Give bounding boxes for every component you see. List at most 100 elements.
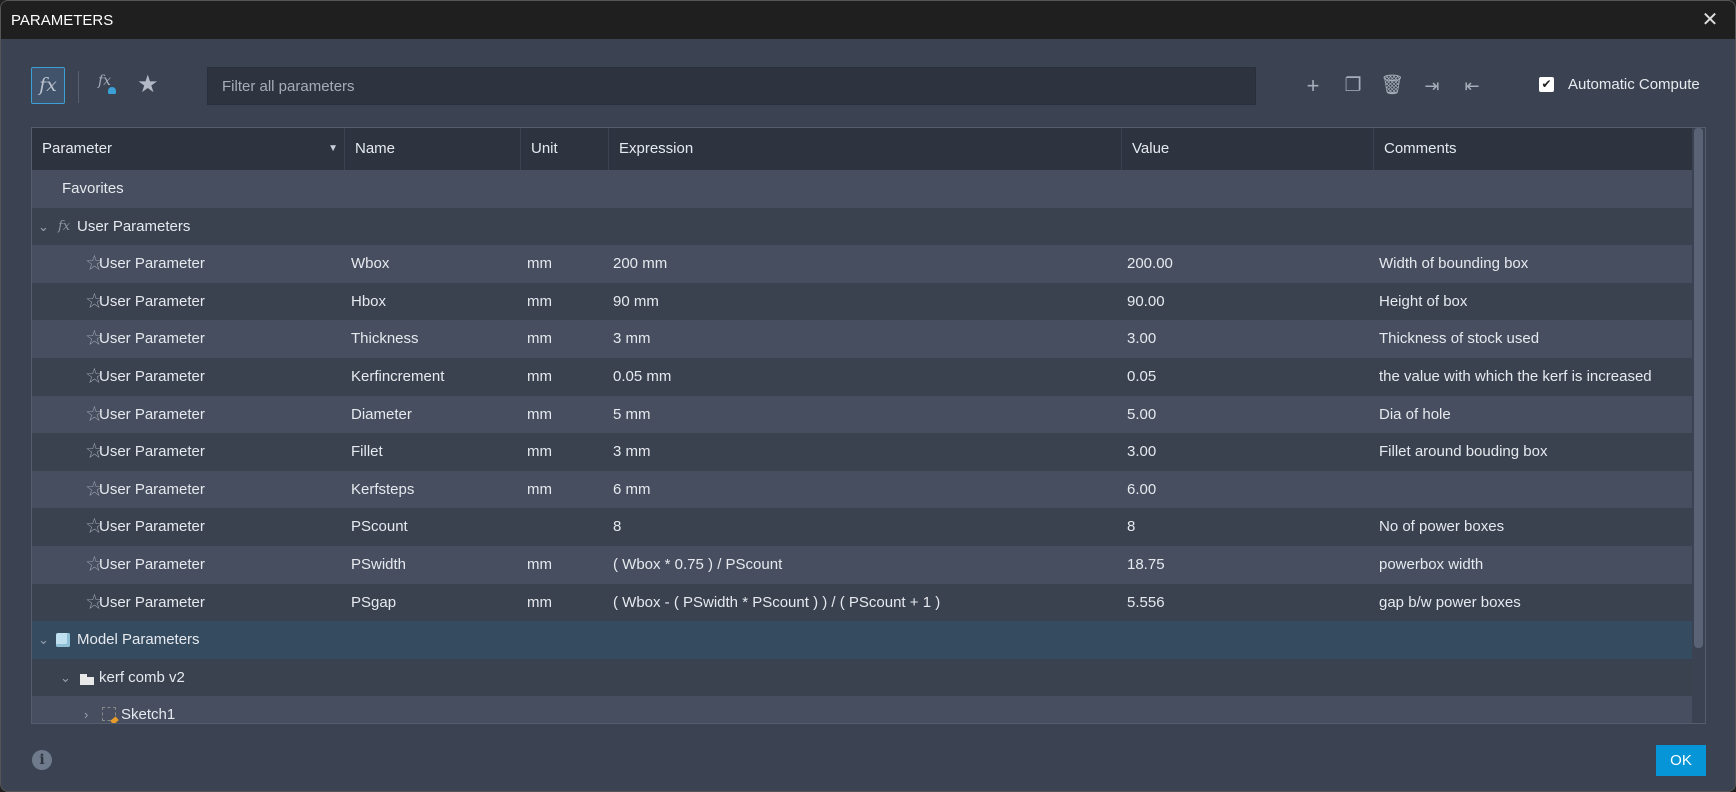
cell-comments[interactable]: the value with which the kerf is increas… (1379, 358, 1652, 396)
title-bar: PARAMETERS ✕ (1, 1, 1735, 39)
chevron-down-icon[interactable]: ⌄ (60, 659, 71, 697)
cell-parameter: User Parameter (99, 556, 205, 573)
fx-icon: fx (39, 74, 57, 96)
cell-name[interactable]: Fillet (351, 433, 383, 471)
column-header-unit[interactable]: Unit (521, 128, 609, 170)
table-row[interactable]: ☆ User Parameter Diameter mm 5 mm 5.00 Dia of … (32, 395, 1694, 434)
cell-expression[interactable]: 0.05 mm (613, 358, 671, 396)
cell-value: 5.00 (1127, 405, 1157, 423)
cell-expression[interactable]: 200 mm (613, 245, 667, 283)
cell-name[interactable]: PScount (351, 508, 408, 546)
cell-value: 3.00 (1127, 330, 1157, 348)
cell-comments[interactable]: Fillet around bouding box (1379, 433, 1547, 471)
chevron-down-icon[interactable]: ⌄ (38, 208, 49, 246)
table-row[interactable]: ☆ User Parameter Wbox mm 200 mm 200.00 Width o… (32, 245, 1694, 283)
cell-comments[interactable]: Dia of hole (1379, 396, 1451, 434)
cell-comments[interactable]: No of power boxes (1379, 508, 1504, 546)
table-row[interactable]: ☆ User Parameter Hbox mm 90 mm 90.00 Height of… (32, 282, 1694, 321)
component-row[interactable]: ⌄ kerf comb v2 (32, 658, 1694, 697)
cell-name[interactable]: PSwidth (351, 546, 406, 584)
cell-parameter: User Parameter (99, 480, 205, 498)
cell-value: 18.75 (1127, 556, 1165, 573)
fx-icon: fx (58, 218, 71, 234)
cell-unit: mm (527, 443, 552, 461)
table-header: Parameter ▼ Name Unit Expression Value Co… (32, 128, 1694, 170)
cell-unit: mm (527, 405, 552, 423)
favorites-group-row[interactable]: Favorites (32, 170, 1694, 208)
cell-comments[interactable]: gap b/w power boxes (1379, 584, 1521, 622)
info-icon[interactable]: i (32, 750, 52, 770)
cell-value: 200.00 (1127, 255, 1173, 273)
all-parameters-fx-button[interactable]: fx (31, 67, 65, 104)
column-header-expression[interactable]: Expression (609, 128, 1122, 170)
cell-name[interactable]: Kerfincrement (351, 358, 444, 396)
chevron-down-icon[interactable]: ⌄ (38, 621, 49, 659)
cell-comments[interactable]: Thickness of stock used (1379, 320, 1539, 358)
cell-expression[interactable]: 5 mm (613, 396, 651, 434)
cell-expression[interactable]: 3 mm (613, 320, 651, 358)
table-row[interactable]: ☆ User Parameter Thickness mm 3 mm 3.00 Thickn… (32, 320, 1694, 358)
cell-value: 6.00 (1127, 480, 1157, 498)
cell-parameter: User Parameter (99, 443, 205, 461)
cell-value: 8 (1127, 518, 1136, 536)
model-parameters-group-row[interactable]: ⌄ Model Parameters (32, 621, 1694, 659)
cell-name[interactable]: Diameter (351, 396, 412, 434)
sort-down-icon[interactable]: ▼ (328, 128, 338, 170)
cell-expression[interactable]: ( Wbox - ( PSwidth * PScount ) ) / ( PSc… (613, 584, 940, 622)
cell-expression[interactable]: 3 mm (613, 433, 651, 471)
close-icon[interactable]: ✕ (1697, 7, 1723, 33)
cell-parameter: User Parameter (99, 330, 205, 348)
cell-parameter: User Parameter (99, 405, 205, 423)
table-row[interactable]: ☆ User Parameter Kerfincrement mm 0.05 mm 0.0… (32, 358, 1694, 396)
table-row[interactable]: ☆ User Parameter PScount 8 8 No of power boxe… (32, 508, 1694, 546)
automatic-compute-checkbox[interactable]: ✔ (1539, 77, 1554, 92)
favorites-label: Favorites (62, 180, 124, 197)
cell-parameter: User Parameter (99, 593, 205, 611)
cell-name[interactable]: Hbox (351, 283, 386, 321)
import-icon[interactable]: ⇥ (1419, 72, 1445, 100)
delete-icon[interactable]: 🗑 (1379, 72, 1405, 100)
user-parameters-filter-button[interactable]: fx (98, 73, 116, 94)
column-header-name[interactable]: Name (345, 128, 521, 170)
filter-input[interactable] (207, 67, 1256, 105)
cell-value: 3.00 (1127, 443, 1157, 461)
column-header-value[interactable]: Value (1122, 128, 1374, 170)
cell-unit: mm (527, 368, 552, 385)
export-icon[interactable]: ⇤ (1459, 72, 1485, 100)
dialog-title: PARAMETERS (11, 11, 114, 29)
parameters-dialog: PARAMETERS ✕ fx fx ★ + ❐ 🗑 ⇥ ⇤ ✔ Automat… (0, 0, 1736, 792)
cell-expression[interactable]: 6 mm (613, 471, 651, 509)
sketch-row[interactable]: › Sketch1 (32, 696, 1694, 723)
copy-icon[interactable]: ❐ (1340, 72, 1366, 100)
cell-comments[interactable]: powerbox width (1379, 546, 1483, 584)
cell-name[interactable]: PSgap (351, 584, 396, 622)
cell-name[interactable]: Thickness (351, 320, 419, 358)
add-icon[interactable]: + (1300, 72, 1326, 100)
cell-parameter: User Parameter (99, 518, 205, 536)
cell-expression[interactable]: 8 (613, 508, 621, 546)
user-parameters-group-row[interactable]: ⌄ fx User Parameters (32, 207, 1694, 246)
cell-expression[interactable]: 90 mm (613, 283, 659, 321)
table-row[interactable]: ☆ User Parameter PSwidth mm( Wbox * 0.75 ) … (32, 546, 1694, 584)
automatic-compute-label: Automatic Compute (1568, 76, 1700, 93)
ok-button[interactable]: OK (1656, 745, 1706, 776)
component-label: kerf comb v2 (99, 668, 185, 686)
cell-unit: mm (527, 593, 552, 611)
table-row[interactable]: ☆ User Parameter PSgap mm( Wbox - ( PSwidth… (32, 583, 1694, 622)
scrollbar-thumb[interactable] (1694, 128, 1703, 648)
cell-name[interactable]: Kerfsteps (351, 471, 414, 509)
favorites-star-icon[interactable]: ★ (137, 70, 159, 99)
cell-unit: mm (527, 255, 552, 273)
table-row[interactable]: ☆ User Parameter Kerfsteps mm 6 mm 6.00 (32, 470, 1694, 509)
table-row[interactable]: ☆ User Parameter Fillet mm 3 mm 3.00 Fillet ar… (32, 433, 1694, 471)
cell-comments[interactable]: Height of box (1379, 283, 1467, 321)
cell-comments[interactable]: Width of bounding box (1379, 245, 1528, 283)
cell-value: 90.00 (1127, 292, 1165, 310)
chevron-right-icon[interactable]: › (84, 696, 88, 723)
cell-expression[interactable]: ( Wbox * 0.75 ) / PScount (613, 546, 782, 584)
scrollbar-track[interactable] (1692, 128, 1705, 723)
cell-name[interactable]: Wbox (351, 245, 389, 283)
cell-unit: mm (527, 556, 552, 573)
column-header-comments[interactable]: Comments (1374, 128, 1694, 170)
column-header-parameter[interactable]: Parameter ▼ (32, 128, 345, 170)
